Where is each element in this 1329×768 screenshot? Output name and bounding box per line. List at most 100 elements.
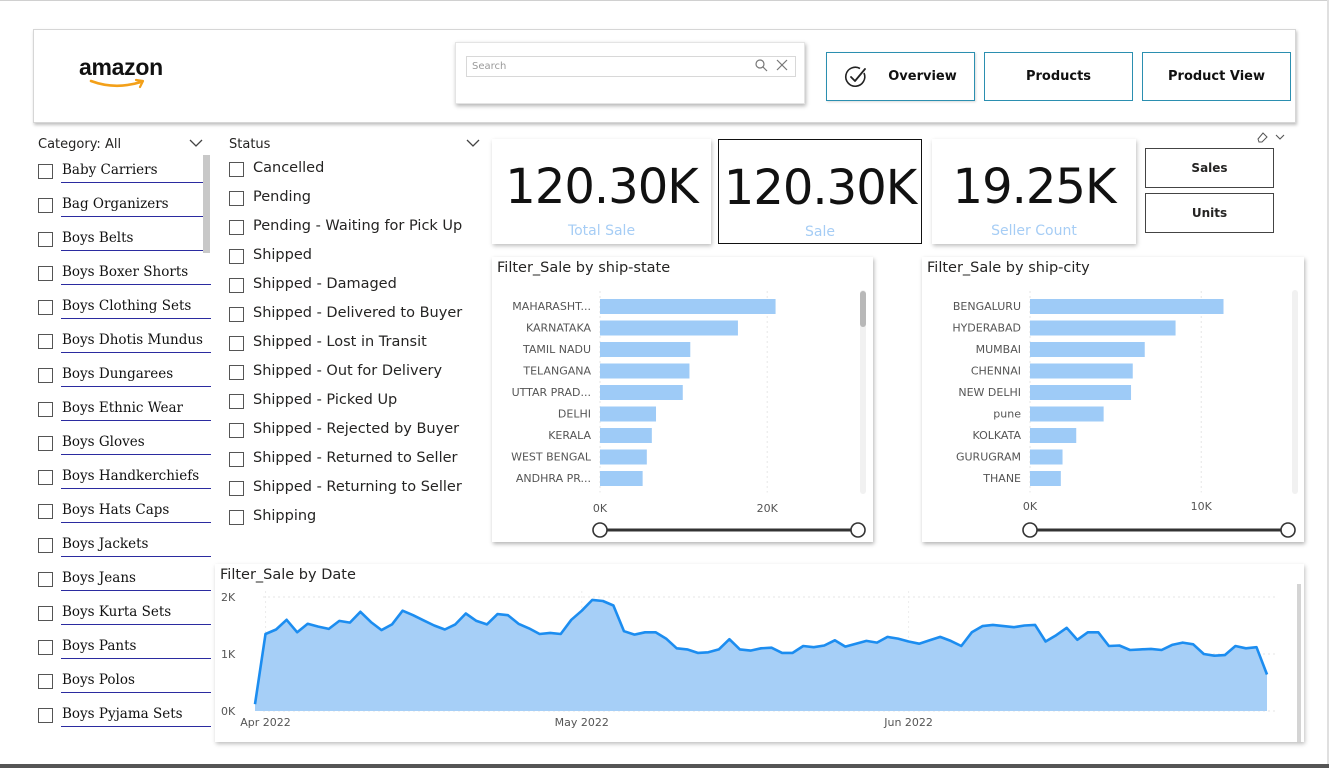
status-item[interactable]: Shipped - Returning to Seller [229, 475, 479, 504]
checkbox[interactable] [38, 402, 53, 417]
search-icon[interactable] [754, 58, 768, 72]
category-scrollbar[interactable] [203, 155, 210, 253]
status-item[interactable]: Shipped - Delivered to Buyer [229, 301, 479, 330]
status-item[interactable]: Pending - Waiting for Pick Up [229, 214, 479, 243]
category-item[interactable]: Boys Hats Caps [38, 497, 213, 531]
checkbox[interactable] [229, 336, 244, 351]
category-item[interactable]: Boys Clothing Sets [38, 293, 213, 327]
category-item-label: Boys Kurta Sets [62, 604, 172, 620]
checkbox[interactable] [229, 423, 244, 438]
status-item[interactable]: Cancelled [229, 156, 479, 185]
sale-by-state-chart[interactable]: Filter_Sale by ship-state 0K 20K MAHARASHT… [492, 257, 873, 542]
category-item[interactable]: Boys Jeans [38, 565, 213, 599]
checkbox[interactable] [229, 162, 244, 177]
checkbox[interactable] [38, 232, 53, 247]
chevron-down-icon[interactable] [466, 138, 480, 148]
checkbox[interactable] [38, 674, 53, 689]
product-view-button[interactable]: Product View [1142, 52, 1291, 101]
x-tick-label: Jun 2022 [883, 716, 933, 729]
checkbox[interactable] [229, 191, 244, 206]
category-item[interactable]: Boys Gloves [38, 429, 213, 463]
status-list: Cancelled Pending Pending - Waiting for Pi… [229, 156, 479, 533]
category-item[interactable]: Boys Belts [38, 225, 213, 259]
checkbox[interactable] [229, 452, 244, 467]
sale-card[interactable]: 120.30K Sale [718, 139, 922, 244]
category-item-label: Boys Belts [62, 230, 134, 246]
checkbox[interactable] [38, 572, 53, 587]
overview-button[interactable]: Overview [826, 52, 975, 101]
checkbox[interactable] [38, 538, 53, 553]
status-item[interactable]: Shipped - Rejected by Buyer [229, 417, 479, 446]
checkbox[interactable] [38, 164, 53, 179]
category-item[interactable]: Boys Dungarees [38, 361, 213, 395]
bar [1030, 471, 1061, 486]
category-item[interactable]: Boys Polos [38, 667, 213, 701]
bar-category-label: THANE [982, 472, 1021, 485]
overview-label: Overview [888, 69, 957, 84]
category-item[interactable]: Boys Pants [38, 633, 213, 667]
close-icon[interactable] [775, 58, 789, 72]
checkbox[interactable] [229, 365, 244, 380]
checkbox[interactable] [38, 606, 53, 621]
checkbox[interactable] [38, 640, 53, 655]
status-item[interactable]: Shipped - Picked Up [229, 388, 479, 417]
item-underline [61, 522, 211, 523]
category-item-label: Boys Clothing Sets [62, 298, 192, 314]
eraser-icon[interactable] [1256, 131, 1268, 143]
checkbox[interactable] [38, 708, 53, 723]
checkbox[interactable] [229, 220, 244, 235]
seller-count-card[interactable]: 19.25K Seller Count [932, 139, 1136, 244]
products-label: Products [1025, 69, 1092, 84]
bar-category-label: TELANGANA [522, 365, 591, 378]
category-item[interactable]: Boys Dhotis Mundus [38, 327, 213, 361]
checkbox[interactable] [229, 394, 244, 409]
sale-by-date-chart[interactable]: Filter_Sale by Date 0K 1K 2K Apr 2022 May 20… [215, 564, 1304, 742]
category-item[interactable]: Boys Boxer Shorts [38, 259, 213, 293]
category-item-label: Boys Jackets [62, 536, 149, 552]
checkbox[interactable] [38, 334, 53, 349]
category-item[interactable]: Baby Carriers [38, 157, 213, 191]
bar [1030, 385, 1132, 400]
bar-category-label: WEST BENGAL [511, 451, 592, 464]
products-button[interactable]: Products [984, 52, 1133, 101]
status-item[interactable]: Shipped - Damaged [229, 272, 479, 301]
x-tick-label: 20K [757, 502, 779, 515]
bar-category-label: ANDHRA PR... [516, 472, 591, 485]
checkbox[interactable] [38, 300, 53, 315]
checkbox[interactable] [38, 368, 53, 383]
sale-by-city-chart[interactable]: Filter_Sale by ship-city 0K 10K BENGALURU H… [922, 257, 1304, 542]
category-item[interactable]: Boys Handkerchiefs [38, 463, 213, 497]
category-item[interactable]: Boys Kurta Sets [38, 599, 213, 633]
category-item[interactable]: Bag Organizers [38, 191, 213, 225]
item-underline [61, 488, 211, 489]
checkbox[interactable] [38, 470, 53, 485]
status-item[interactable]: Shipped - Out for Delivery [229, 359, 479, 388]
bar [600, 449, 647, 465]
status-item[interactable]: Shipped - Returned to Seller [229, 446, 479, 475]
status-item[interactable]: Pending [229, 185, 479, 214]
checkbox[interactable] [229, 510, 244, 525]
chevron-down-icon[interactable] [189, 138, 203, 148]
scrollbar [1297, 584, 1301, 742]
category-item[interactable]: Boys Jackets [38, 531, 213, 565]
status-item[interactable]: Shipped [229, 243, 479, 272]
date-area-svg: 0K 1K 2K Apr 2022 May 2022 Jun 2022 [221, 584, 1301, 742]
checkbox[interactable] [229, 278, 244, 293]
status-item[interactable]: Shipped - Lost in Transit [229, 330, 479, 359]
checkbox[interactable] [229, 249, 244, 264]
category-item[interactable]: Boys Ethnic Wear [38, 395, 213, 429]
checkbox[interactable] [38, 436, 53, 451]
units-toggle-button[interactable]: Units [1145, 193, 1274, 233]
checkbox[interactable] [229, 481, 244, 496]
search-input[interactable] [466, 56, 796, 77]
category-item[interactable]: Boys Pyjama Sets [38, 701, 213, 735]
checkbox[interactable] [38, 198, 53, 213]
chevron-down-icon[interactable] [1275, 133, 1285, 141]
checkbox[interactable] [38, 266, 53, 281]
status-item[interactable]: Shipping [229, 504, 479, 533]
category-item-label: Baby Carriers [62, 162, 158, 178]
checkbox[interactable] [229, 307, 244, 322]
checkbox[interactable] [38, 504, 53, 519]
sales-toggle-button[interactable]: Sales [1145, 148, 1274, 188]
total-sale-card[interactable]: 120.30K Total Sale [492, 139, 711, 244]
